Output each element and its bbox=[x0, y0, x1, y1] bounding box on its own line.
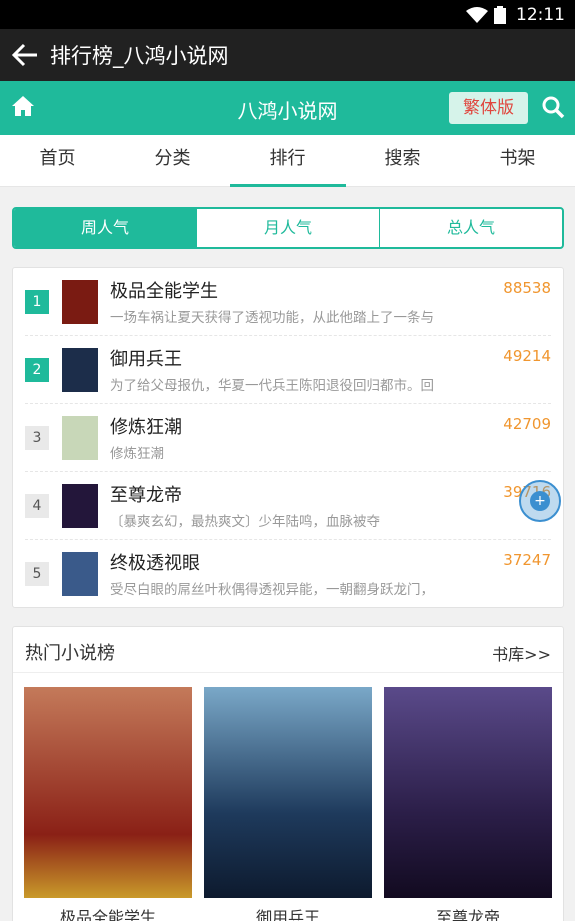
book-description: 为了给父母报仇，华夏一代兵王陈阳退役回归都市。回 bbox=[110, 378, 434, 394]
book-cover bbox=[62, 484, 98, 528]
library-link[interactable]: 书库>> bbox=[492, 641, 551, 665]
book-title: 修炼狂潮 bbox=[110, 417, 182, 438]
book-cover bbox=[62, 280, 98, 324]
book-score: 42709 bbox=[503, 415, 551, 433]
hot-book-card[interactable]: 御用兵王 bbox=[204, 687, 372, 921]
tab-home[interactable]: 首页 bbox=[0, 135, 115, 186]
book-title: 极品全能学生 bbox=[110, 281, 218, 302]
section-header: 热门小说榜 书库>> bbox=[13, 627, 563, 673]
status-bar: 12:11 bbox=[0, 0, 575, 29]
window-title: 排行榜_八鸿小说网 bbox=[50, 44, 229, 68]
back-arrow-icon[interactable] bbox=[10, 40, 40, 70]
tab-ranking[interactable]: 排行 bbox=[230, 135, 345, 186]
ranking-item[interactable]: 1 极品全能学生 一场车祸让夏天获得了透视功能，从此他踏上了一条与 88538 bbox=[13, 268, 563, 336]
hot-novels-section: 热门小说榜 书库>> 极品全能学生 御用兵王 至尊龙帝 bbox=[12, 626, 564, 921]
wifi-icon bbox=[466, 6, 488, 23]
ranking-item[interactable]: 2 御用兵王 为了给父母报仇，华夏一代兵王陈阳退役回归都市。回 49214 bbox=[13, 336, 563, 404]
tab-search[interactable]: 搜索 bbox=[345, 135, 460, 186]
floating-action-button[interactable]: + bbox=[519, 480, 561, 522]
plus-icon: + bbox=[530, 491, 550, 511]
hot-book-card[interactable]: 极品全能学生 bbox=[24, 687, 192, 921]
battery-icon bbox=[494, 5, 506, 24]
book-score: 49214 bbox=[503, 347, 551, 365]
rank-number: 5 bbox=[25, 562, 49, 586]
title-bar: 排行榜_八鸿小说网 bbox=[0, 29, 575, 81]
hot-book-card[interactable]: 至尊龙帝 bbox=[384, 687, 552, 921]
ranking-item[interactable]: 3 修炼狂潮 修炼狂潮 42709 bbox=[13, 404, 563, 472]
book-cover bbox=[204, 687, 372, 898]
ranking-item[interactable]: 4 至尊龙帝 〔暴爽玄幻，最热爽文〕少年陆鸣，血脉被夺 39716 bbox=[13, 472, 563, 540]
rank-number: 4 bbox=[25, 494, 49, 518]
main-tabs: 首页 分类 排行 搜索 书架 bbox=[0, 135, 575, 187]
period-total[interactable]: 总人气 bbox=[379, 209, 562, 247]
rank-number: 2 bbox=[25, 358, 49, 382]
book-title: 御用兵王 bbox=[255, 908, 320, 921]
book-description: 受尽白眼的屌丝叶秋偶得透视异能，一朝翻身跃龙门， bbox=[110, 582, 434, 598]
book-cover bbox=[62, 348, 98, 392]
period-weekly[interactable]: 周人气 bbox=[14, 209, 196, 247]
rank-number: 3 bbox=[25, 426, 49, 450]
book-score: 88538 bbox=[503, 279, 551, 297]
app-header: 八鸿小说网 繁体版 bbox=[0, 81, 575, 135]
book-title: 终极透视眼 bbox=[110, 553, 200, 574]
active-tab-indicator bbox=[230, 184, 346, 187]
period-monthly[interactable]: 月人气 bbox=[196, 209, 379, 247]
search-icon[interactable] bbox=[541, 95, 565, 119]
rank-number: 1 bbox=[25, 290, 49, 314]
book-cover bbox=[24, 687, 192, 898]
clock: 12:11 bbox=[516, 4, 565, 25]
book-title: 极品全能学生 bbox=[59, 908, 156, 921]
ranking-list: 1 极品全能学生 一场车祸让夏天获得了透视功能，从此他踏上了一条与 88538 … bbox=[12, 267, 564, 608]
tab-category[interactable]: 分类 bbox=[115, 135, 230, 186]
book-cover bbox=[62, 552, 98, 596]
book-title: 御用兵王 bbox=[110, 349, 182, 370]
ranking-item[interactable]: 5 终极透视眼 受尽白眼的屌丝叶秋偶得透视异能，一朝翻身跃龙门， 37247 bbox=[13, 540, 563, 608]
book-description: 修炼狂潮 bbox=[110, 446, 164, 462]
book-score: 37247 bbox=[503, 551, 551, 569]
book-description: 一场车祸让夏天获得了透视功能，从此他踏上了一条与 bbox=[110, 310, 434, 326]
book-title: 至尊龙帝 bbox=[435, 908, 500, 921]
book-cover bbox=[62, 416, 98, 460]
tab-bookshelf[interactable]: 书架 bbox=[460, 135, 575, 186]
book-title: 至尊龙帝 bbox=[110, 485, 182, 506]
period-selector: 周人气 月人气 总人气 bbox=[12, 207, 564, 249]
section-title: 热门小说榜 bbox=[25, 643, 115, 664]
traditional-chinese-button[interactable]: 繁体版 bbox=[449, 92, 528, 124]
book-cover bbox=[384, 687, 552, 898]
book-description: 〔暴爽玄幻，最热爽文〕少年陆鸣，血脉被夺 bbox=[110, 514, 380, 530]
